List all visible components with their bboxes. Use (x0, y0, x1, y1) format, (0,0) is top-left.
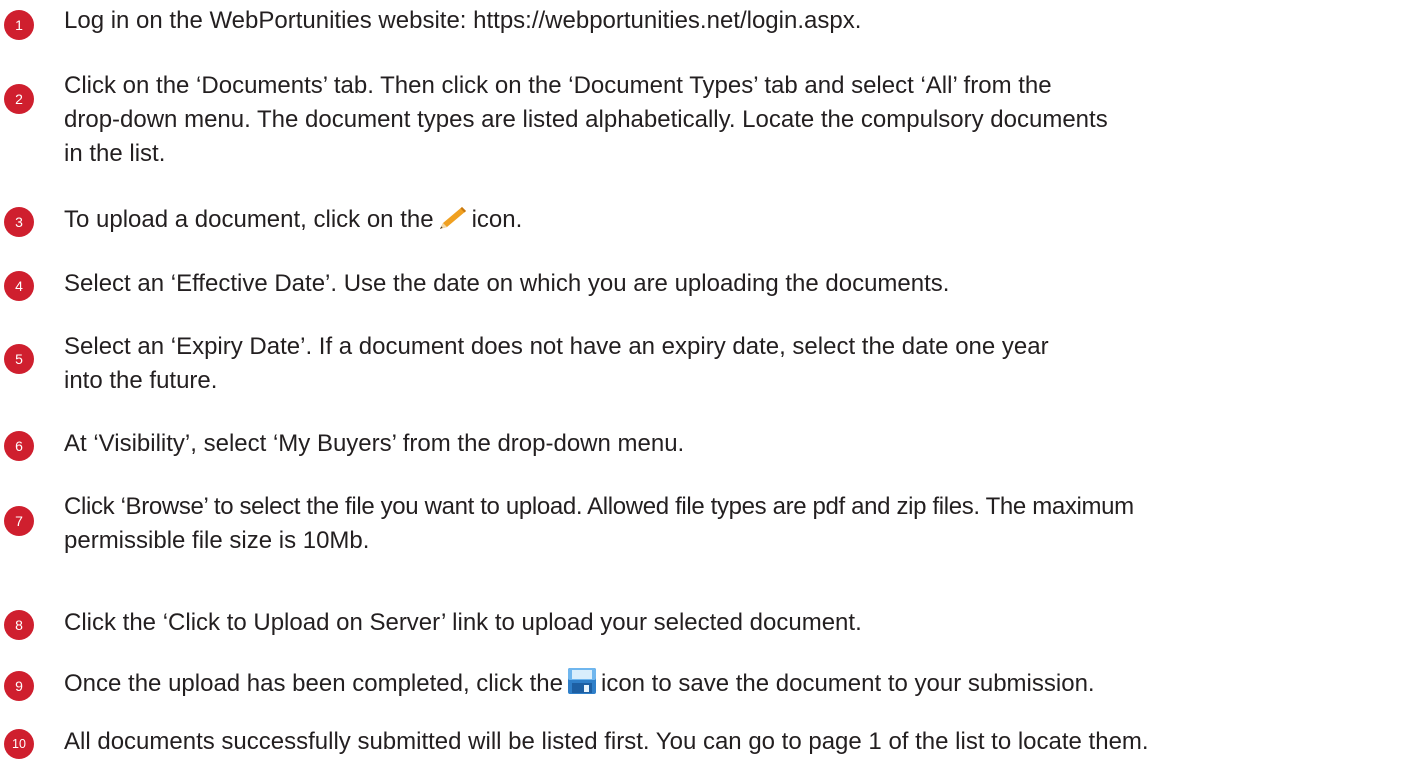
step-text: To upload a document, click on the icon. (64, 203, 1404, 241)
step-line: into the future. (64, 367, 218, 394)
step-line: Select an ‘Expiry Date’. If a document d… (64, 333, 1049, 360)
step-line: Click ‘Browse’ to select the file you wa… (64, 493, 1134, 520)
step-text: All documents successfully submitted wil… (64, 725, 1404, 759)
instruction-steps: 1 Log in on the WebPortunities website: … (0, 0, 1407, 764)
step-text-after-icon: icon. (471, 206, 523, 233)
pencil-icon (438, 205, 468, 241)
step-number-badge: 3 (4, 207, 34, 237)
step-text-before-icon: To upload a document, click on the (64, 206, 434, 233)
step-number-badge: 9 (4, 671, 34, 701)
step-number-badge: 2 (4, 84, 34, 114)
step-text: Once the upload has been completed, clic… (64, 667, 1404, 705)
save-icon (567, 667, 597, 705)
step-text-before-icon: Once the upload has been completed, clic… (64, 670, 563, 697)
step-number-badge: 5 (4, 344, 34, 374)
step-line: Log in on the WebPortunities website: ht… (64, 7, 862, 34)
step-text: Click on the ‘Documents’ tab. Then click… (64, 69, 1404, 171)
step-number-badge: 8 (4, 610, 34, 640)
step-number-badge: 4 (4, 271, 34, 301)
step-text: Select an ‘Expiry Date’. If a document d… (64, 330, 1404, 398)
step-number-badge: 6 (4, 431, 34, 461)
step-line: Click the ‘Click to Upload on Server’ li… (64, 609, 862, 636)
step-text: Click the ‘Click to Upload on Server’ li… (64, 606, 1404, 640)
step-line: To upload a document, click on the icon. (64, 203, 1404, 241)
step-line: Once the upload has been completed, clic… (64, 667, 1404, 705)
step-text: Log in on the WebPortunities website: ht… (64, 4, 1404, 38)
step-text: Select an ‘Effective Date’. Use the date… (64, 267, 1404, 301)
step-number-badge: 10 (4, 729, 34, 759)
step-number-badge: 1 (4, 10, 34, 40)
step-text-after-icon: icon to save the document to your submis… (600, 670, 1095, 697)
step-line: All documents successfully submitted wil… (64, 728, 1149, 755)
step-line: Select an ‘Effective Date’. Use the date… (64, 270, 950, 297)
step-line: Click on the ‘Documents’ tab. Then click… (64, 72, 1052, 99)
step-line: permissible file size is 10Mb. (64, 527, 370, 554)
step-text: At ‘Visibility’, select ‘My Buyers’ from… (64, 427, 1404, 461)
step-line: At ‘Visibility’, select ‘My Buyers’ from… (64, 430, 685, 457)
step-text: Click ‘Browse’ to select the file you wa… (64, 490, 1404, 558)
step-line: drop-down menu. The document types are l… (64, 106, 1108, 133)
step-line: in the list. (64, 140, 166, 167)
step-number-badge: 7 (4, 506, 34, 536)
